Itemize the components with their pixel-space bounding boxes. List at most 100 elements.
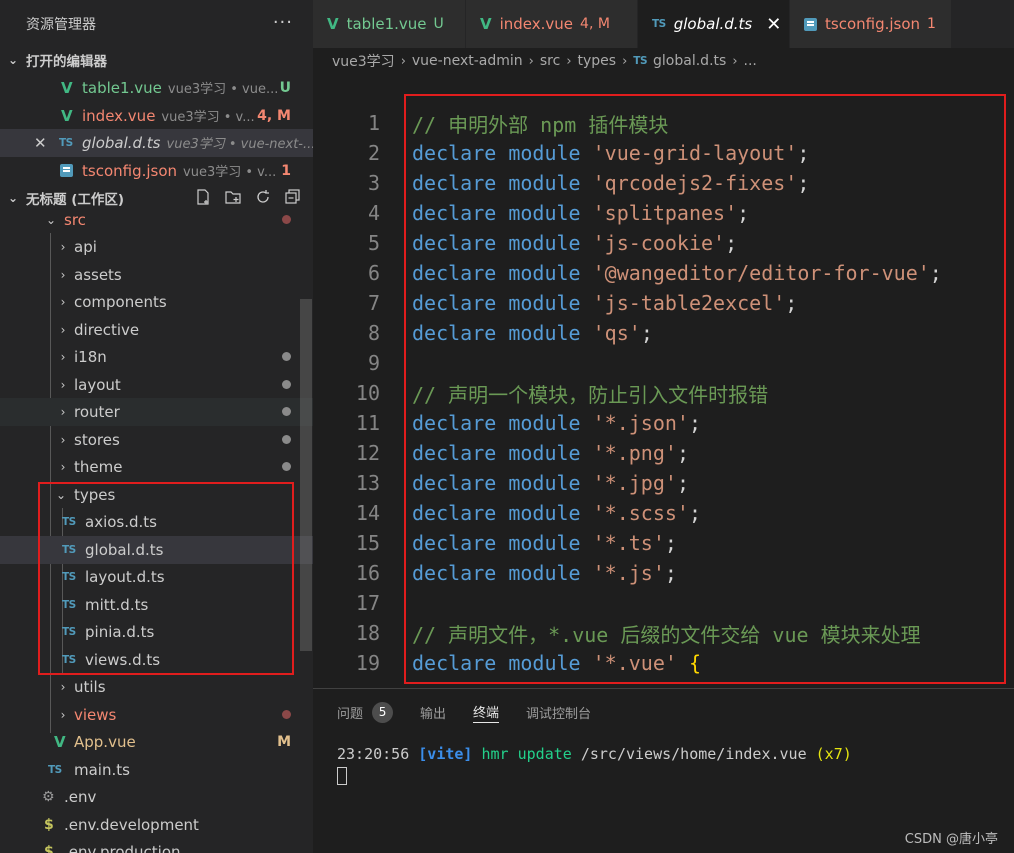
tab-output[interactable]: 输出 xyxy=(420,701,446,723)
new-file-icon[interactable] xyxy=(193,187,213,207)
keyword: declare xyxy=(412,501,497,525)
open-editor-item[interactable]: V index.vue vue3学习 • v... 4, M xyxy=(0,102,313,130)
tree-item-label: i18n xyxy=(74,347,107,366)
breadcrumb-item[interactable]: ... xyxy=(744,53,757,69)
tree-file-main-ts[interactable]: TS main.ts xyxy=(0,756,313,784)
more-actions-icon[interactable]: ··· xyxy=(273,12,293,33)
open-editors-header[interactable]: ⌄ 打开的编辑器 xyxy=(0,47,313,73)
tree-folder-views[interactable]: › views xyxy=(0,701,313,729)
line-number: 19 xyxy=(355,651,380,675)
typescript-file-icon: TS xyxy=(62,653,76,666)
string-literal: 'qrcodejs2-fixes' xyxy=(592,171,798,195)
tree-folder-components[interactable]: › components xyxy=(0,288,313,316)
tree-file-env-production[interactable]: $ .env.production xyxy=(0,838,313,853)
breadcrumb-item[interactable]: vue-next-admin xyxy=(412,53,523,69)
tree-file-env[interactable]: ⚙ .env xyxy=(0,783,313,811)
tree-file-app-vue[interactable]: V App.vue M xyxy=(0,728,313,756)
terminal-output[interactable]: 23:20:56 [vite] hmr update /src/views/ho… xyxy=(337,745,852,763)
vue-file-icon: V xyxy=(61,106,73,125)
modified-dot xyxy=(282,462,291,472)
code-text: declare module 'splitpanes'; xyxy=(412,201,749,225)
tab-table1-vue[interactable]: V table1.vue U xyxy=(313,0,466,48)
string-literal: 'qs' xyxy=(592,321,641,345)
tree-file-mitt[interactable]: TS mitt.d.ts xyxy=(0,591,313,619)
open-editor-label: global.d.ts vue3学习 • vue-next-... xyxy=(82,133,313,152)
dollar-icon: $ xyxy=(44,816,54,833)
tab-debug-console[interactable]: 调试控制台 xyxy=(526,701,591,723)
tree-item-label: views.d.ts xyxy=(85,650,161,669)
chevron-right-icon: › xyxy=(60,294,66,309)
workspace-actions xyxy=(193,187,303,207)
punctuation: ; xyxy=(688,411,702,435)
open-editor-name: global.d.ts xyxy=(82,134,161,153)
tree-folder-i18n[interactable]: › i18n xyxy=(0,343,313,371)
tab-problems[interactable]: 问题 5 xyxy=(337,701,394,723)
tree-item-label: src xyxy=(64,210,86,229)
chevron-down-icon: ⌄ xyxy=(45,212,57,227)
tab-tsconfig-json[interactable]: tsconfig.json 1 xyxy=(790,0,952,48)
tree-folder-router[interactable]: › router xyxy=(0,398,313,426)
explorer-title-label: 资源管理器 xyxy=(26,17,96,33)
tree-file-global[interactable]: TS global.d.ts xyxy=(0,536,313,564)
tree-folder-directive[interactable]: › directive xyxy=(0,316,313,344)
punctuation: ; xyxy=(676,471,689,495)
punctuation: ; xyxy=(640,321,653,345)
string-literal: 'js-table2excel' xyxy=(592,291,786,315)
close-icon[interactable]: ✕ xyxy=(766,14,781,35)
tree-folder-src[interactable]: ⌄ src xyxy=(0,206,313,234)
tree-folder-stores[interactable]: › stores xyxy=(0,426,313,454)
explorer-title: 资源管理器 ··· xyxy=(0,0,313,48)
tab-global-d-ts[interactable]: TS global.d.ts ✕ xyxy=(638,0,790,48)
collapse-all-icon[interactable] xyxy=(283,187,303,207)
chevron-down-icon: ⌄ xyxy=(55,487,67,502)
tree-folder-types[interactable]: ⌄ types xyxy=(0,481,313,509)
tree-folder-utils[interactable]: › utils xyxy=(0,673,313,701)
keyword: module xyxy=(508,321,581,345)
tree-file-layout[interactable]: TS layout.d.ts xyxy=(0,563,313,591)
sidebar-scrollbar[interactable] xyxy=(300,299,312,651)
open-editor-item[interactable]: tsconfig.json vue3学习 • v... 1 xyxy=(0,157,313,185)
open-editor-item-active[interactable]: ✕ TS global.d.ts vue3学习 • vue-next-... xyxy=(0,129,313,157)
terminal-time: 23:20:56 xyxy=(337,745,410,763)
typescript-file-icon: TS xyxy=(652,18,666,30)
breadcrumb-item[interactable]: global.d.ts xyxy=(653,53,726,69)
line-number: 18 xyxy=(355,621,380,645)
tree-folder-api[interactable]: › api xyxy=(0,233,313,261)
tree-file-axios[interactable]: TS axios.d.ts xyxy=(0,508,313,536)
close-icon[interactable]: ✕ xyxy=(34,134,48,152)
typescript-file-icon: TS xyxy=(62,515,76,528)
breadcrumb-separator: › xyxy=(528,53,534,69)
tab-terminal[interactable]: 终端 xyxy=(473,701,500,723)
tree-folder-assets[interactable]: › assets xyxy=(0,261,313,289)
breadcrumb-item[interactable]: vue3学习 xyxy=(332,51,395,71)
keyword: module xyxy=(508,501,581,525)
keyword: module xyxy=(508,171,581,195)
tab-index-vue[interactable]: V index.vue 4, M xyxy=(466,0,638,48)
punctuation: ; xyxy=(688,501,702,525)
line-number: 12 xyxy=(355,441,380,465)
vue-file-icon: V xyxy=(480,15,492,33)
typescript-file-icon: TS xyxy=(48,763,62,776)
tree-folder-theme[interactable]: › theme xyxy=(0,453,313,481)
modified-dot xyxy=(282,710,291,720)
breadcrumb-item[interactable]: types xyxy=(578,53,617,69)
refresh-icon[interactable] xyxy=(253,187,273,207)
tree-file-pinia[interactable]: TS pinia.d.ts xyxy=(0,618,313,646)
code-text: declare module 'qrcodejs2-fixes'; xyxy=(412,171,809,195)
open-editor-item[interactable]: V table1.vue vue3学习 • vue... U xyxy=(0,74,313,102)
modified-dot xyxy=(282,352,291,362)
tree-item-label: layout xyxy=(74,375,121,394)
bottom-panel: 问题 5 输出 终端 调试控制台 23:20:56 [vite] hmr upd… xyxy=(313,688,1014,853)
typescript-file-icon: TS xyxy=(62,598,76,611)
editor-tabs: V table1.vue U V index.vue 4, M TS globa… xyxy=(313,0,1014,48)
typescript-file-icon: TS xyxy=(59,136,73,149)
tree-file-views[interactable]: TS views.d.ts xyxy=(0,646,313,674)
keyword: module xyxy=(508,261,581,285)
line-number: 1 xyxy=(367,111,380,135)
vue-file-icon: V xyxy=(327,15,339,33)
tree-file-env-development[interactable]: $ .env.development xyxy=(0,811,313,839)
new-folder-icon[interactable] xyxy=(223,187,243,207)
tree-folder-layout[interactable]: › layout xyxy=(0,371,313,399)
problem-count: 1 xyxy=(927,16,936,32)
breadcrumb-item[interactable]: src xyxy=(540,53,560,69)
